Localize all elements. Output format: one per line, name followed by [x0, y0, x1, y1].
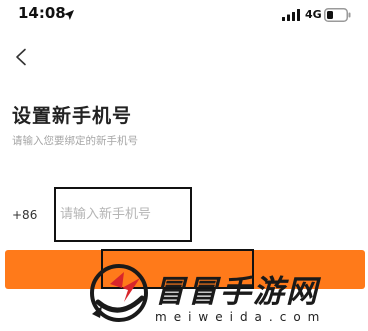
phone-screen: 14:08 4G 设置新手机号 请输入您要绑定的新手机号 +86 请输入新手机号…	[0, 0, 368, 331]
chevron-left-icon[interactable]	[14, 48, 28, 66]
battery-icon	[324, 8, 351, 22]
page-subtitle: 请输入您要绑定的新手机号	[12, 135, 138, 147]
watermark-title: 冒冒手游网	[154, 274, 319, 310]
signal-bars-icon	[282, 9, 300, 21]
watermark-url: meiweida.com	[155, 310, 327, 324]
location-arrow-icon	[64, 10, 74, 20]
status-time: 14:08	[18, 4, 66, 22]
site-watermark: 冒冒手游网 meiweida.com	[88, 258, 368, 331]
country-code-selector[interactable]: +86	[12, 208, 37, 222]
new-phone-number-input[interactable]	[54, 187, 192, 242]
watermark-emblem-icon	[90, 264, 148, 322]
network-type-label: 4G	[305, 8, 322, 21]
page-title: 设置新手机号	[12, 105, 133, 127]
